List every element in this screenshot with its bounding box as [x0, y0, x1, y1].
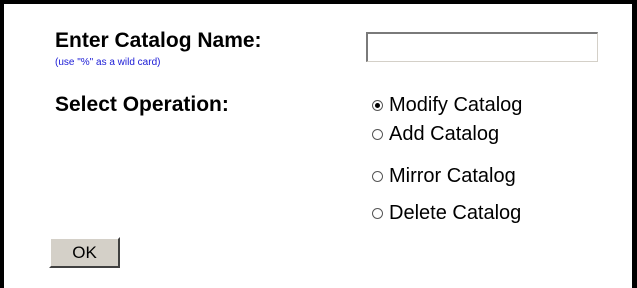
- radio-selected-dot-icon: [375, 102, 380, 108]
- operation-option-delete[interactable]: Delete Catalog: [372, 201, 521, 225]
- radio-button[interactable]: [372, 128, 383, 140]
- operation-option-modify[interactable]: Modify Catalog: [372, 93, 522, 117]
- operation-option-add[interactable]: Add Catalog: [372, 122, 499, 146]
- radio-button[interactable]: [372, 170, 383, 182]
- select-operation-label: Select Operation:: [55, 93, 229, 116]
- operation-label: Add Catalog: [389, 123, 500, 145]
- operation-label: Mirror Catalog: [389, 165, 516, 187]
- catalog-name-input[interactable]: [366, 32, 598, 62]
- operation-label: Delete Catalog: [389, 202, 522, 224]
- catalog-name-label: Enter Catalog Name:: [55, 29, 262, 52]
- radio-button[interactable]: [372, 99, 383, 111]
- operation-option-mirror[interactable]: Mirror Catalog: [372, 164, 516, 188]
- ok-button[interactable]: OK: [49, 237, 120, 268]
- operation-label: Modify Catalog: [389, 94, 523, 116]
- radio-button[interactable]: [372, 207, 383, 219]
- wildcard-hint: (use "%" as a wild card): [55, 57, 161, 68]
